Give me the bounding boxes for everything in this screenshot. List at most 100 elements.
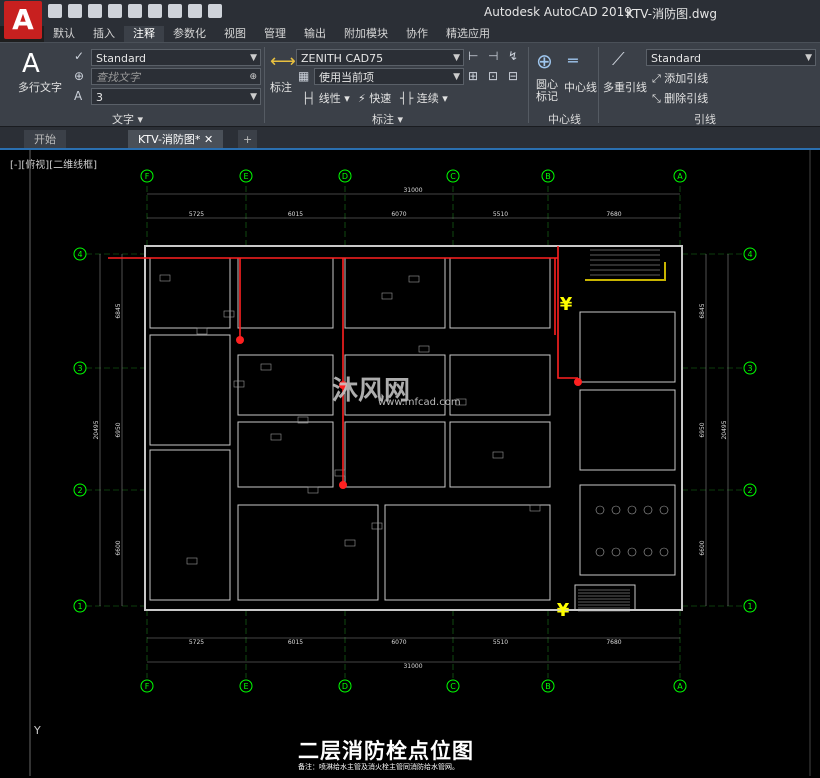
axis-label-bottom: F bbox=[145, 682, 150, 691]
centerline-icon[interactable]: ═ bbox=[568, 51, 578, 70]
dim-left: 6600 bbox=[115, 540, 122, 555]
file-title: KTV-消防图.dwg bbox=[626, 7, 717, 21]
panel-separator bbox=[598, 47, 599, 123]
tab-4[interactable]: 视图 bbox=[215, 26, 255, 42]
text-style-select[interactable]: Standard ▼ bbox=[91, 49, 261, 66]
dim-style-select[interactable]: ZENITH CAD75 ▼ bbox=[296, 49, 464, 66]
multileader-button[interactable]: 多重引线 bbox=[603, 79, 647, 95]
text-height-select[interactable]: 3 ▼ bbox=[91, 88, 261, 105]
tab-6[interactable]: 输出 bbox=[295, 26, 335, 42]
ucs-y-label: Y bbox=[33, 724, 41, 737]
dim-right: 6950 bbox=[699, 422, 706, 437]
fixture-symbol bbox=[260, 363, 272, 371]
layer-icon: ▦ bbox=[298, 69, 310, 83]
saveas-icon[interactable] bbox=[108, 4, 122, 18]
leader-panel-title: 引线 bbox=[694, 113, 716, 126]
text-panel-title[interactable]: 文字 ▾ bbox=[112, 111, 143, 127]
add-leader-button[interactable]: ⤢ 添加引线 bbox=[652, 70, 708, 86]
dim-break-icon[interactable]: ⊣ bbox=[488, 49, 498, 63]
tab-start[interactable]: 开始 bbox=[24, 130, 66, 149]
new-icon[interactable] bbox=[48, 4, 62, 18]
panel-separator bbox=[528, 47, 529, 123]
dim-update-icon[interactable]: ⊟ bbox=[508, 69, 518, 83]
room-outline bbox=[237, 421, 334, 488]
tab-1[interactable]: 插入 bbox=[84, 26, 124, 42]
tab-8[interactable]: 协作 bbox=[397, 26, 437, 42]
dim-total-top: 31000 bbox=[403, 187, 422, 194]
tab-9[interactable]: 精选应用 bbox=[437, 26, 499, 42]
print-icon[interactable] bbox=[168, 4, 182, 18]
application-menu-button[interactable]: A bbox=[4, 1, 42, 39]
room-outline bbox=[449, 421, 551, 488]
room-outline bbox=[579, 389, 676, 471]
watermark-url: www.mfcad.com bbox=[378, 397, 461, 408]
undo-icon[interactable] bbox=[188, 4, 202, 18]
dimension-button[interactable]: 标注 bbox=[270, 79, 292, 95]
fixture-symbol bbox=[381, 292, 393, 300]
mtext-button[interactable]: 多行文字 bbox=[18, 79, 62, 95]
axis-label-left: 2 bbox=[77, 486, 82, 495]
app-title: Autodesk AutoCAD 2019 bbox=[484, 5, 632, 19]
find-text-icon: ⊕ bbox=[74, 69, 85, 83]
tab-ktv-drawing[interactable]: KTV-消防图* ✕ bbox=[128, 130, 224, 149]
axis-label-bottom: C bbox=[450, 682, 456, 691]
dim-panel-title[interactable]: 标注 ▾ bbox=[372, 111, 403, 127]
dimension-icon[interactable]: ⟷ bbox=[270, 51, 296, 72]
dim-total-bottom: 31000 bbox=[403, 663, 422, 670]
basin-symbol bbox=[611, 547, 621, 557]
remove-leader-button[interactable]: ⤡ 删除引线 bbox=[652, 90, 708, 106]
document-tab-bar: 开始 KTV-消防图* ✕ + bbox=[0, 126, 820, 149]
multileader-icon[interactable]: ⟋ bbox=[612, 49, 625, 70]
leader-style-select[interactable]: Standard ▼ bbox=[646, 49, 816, 66]
room-outline bbox=[237, 504, 379, 601]
basin-symbol bbox=[643, 547, 653, 557]
axis-label-right: 1 bbox=[747, 602, 752, 611]
tab-2[interactable]: 注释 bbox=[124, 26, 164, 42]
tab-7[interactable]: 附加模块 bbox=[335, 26, 397, 42]
room-outline bbox=[579, 311, 676, 383]
fixture-symbol bbox=[529, 504, 541, 512]
open-icon[interactable] bbox=[68, 4, 82, 18]
find-text-input[interactable]: 查找文字 ⊕ bbox=[91, 68, 261, 85]
dim-inspect-icon[interactable]: ⊡ bbox=[488, 69, 498, 83]
continue-dim-button[interactable]: ┤├ 连续 ▾ bbox=[400, 90, 448, 106]
web-icon[interactable] bbox=[128, 4, 142, 18]
dim-jog-icon[interactable]: ↯ bbox=[508, 49, 518, 63]
center-panel-title: 中心线 bbox=[548, 113, 581, 126]
dim-bottom: 5725 bbox=[189, 639, 204, 646]
save-icon[interactable] bbox=[88, 4, 102, 18]
tab-5[interactable]: 管理 bbox=[255, 26, 295, 42]
plot-icon[interactable] bbox=[148, 4, 162, 18]
dim-top: 6015 bbox=[288, 211, 303, 218]
axis-label-bottom: E bbox=[243, 682, 248, 691]
dim-space-icon[interactable]: ⊞ bbox=[468, 69, 478, 83]
dim-layer-select[interactable]: 使用当前项 ▼ bbox=[314, 68, 464, 85]
axis-label-top: D bbox=[342, 172, 348, 181]
dim-top: 5725 bbox=[189, 211, 204, 218]
dim-bottom: 6015 bbox=[288, 639, 303, 646]
ribbon: A 多行文字 ✓ Standard ▼ ⊕ 查找文字 ⊕ A 3 ▼ 文字 ▾ ⟷ 标… bbox=[0, 42, 820, 127]
close-icon[interactable]: ✕ bbox=[204, 133, 213, 146]
center-mark-icon[interactable]: ⊕ bbox=[536, 49, 553, 73]
text-style-icon: ✓ bbox=[74, 49, 85, 63]
centerline-button[interactable]: 中心线 bbox=[564, 79, 597, 95]
fixture-symbol bbox=[307, 486, 319, 494]
axis-label-bottom: D bbox=[342, 682, 348, 691]
dim-bottom: 6070 bbox=[391, 639, 406, 646]
room-outline bbox=[149, 334, 231, 446]
new-tab-button[interactable]: + bbox=[238, 130, 258, 149]
hydrant-symbol-top: ¥ bbox=[560, 294, 573, 315]
tab-0[interactable]: 默认 bbox=[44, 26, 84, 42]
basin-symbol bbox=[659, 505, 669, 515]
tab-3[interactable]: 参数化 bbox=[164, 26, 215, 42]
redo-icon[interactable] bbox=[208, 4, 222, 18]
center-mark-button[interactable]: 圆心 标记 bbox=[536, 79, 558, 103]
fixture-symbol bbox=[186, 557, 198, 565]
quick-dim-button[interactable]: ⚡ 快速 bbox=[358, 90, 391, 106]
text-icon[interactable]: A bbox=[22, 49, 40, 79]
dim-tool-icon[interactable]: ⊢ bbox=[468, 49, 478, 63]
linear-button[interactable]: ├┤ 线性 ▾ bbox=[302, 90, 350, 106]
dim-bottom: 7680 bbox=[606, 639, 621, 646]
drawing-canvas[interactable]: [-][俯视][二维线框] Y F F E E D D C C B B A A 4 4 3 3 2 2 1 1 31000… bbox=[0, 148, 820, 778]
quick-access-toolbar bbox=[48, 4, 222, 18]
